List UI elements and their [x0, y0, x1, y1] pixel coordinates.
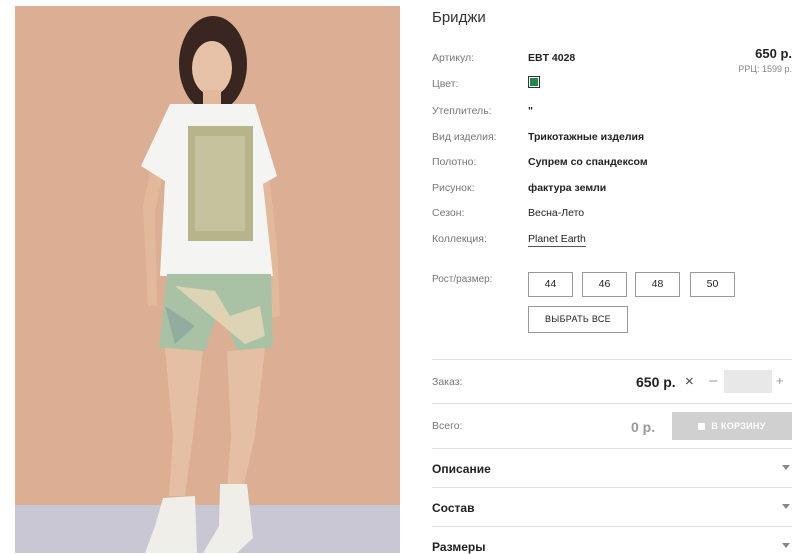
chevron-down-icon — [782, 504, 790, 509]
collection-link[interactable]: Planet Earth — [528, 233, 586, 247]
attribute-label: Полотно: — [432, 156, 477, 168]
attribute-value: Супрем со спандексом — [528, 156, 648, 168]
size-option-46[interactable]: 46 — [582, 272, 627, 297]
divider — [432, 448, 792, 449]
attribute-value: фактура земли — [528, 182, 607, 194]
divider — [432, 403, 792, 404]
add-to-cart-button[interactable]: В КОРЗИНУ — [672, 412, 792, 440]
size-label: Рост/размер: — [432, 274, 493, 285]
size-option-48[interactable]: 48 — [635, 272, 680, 297]
chevron-down-icon — [782, 543, 790, 548]
total-label: Всего: — [432, 420, 463, 432]
attribute-value: Трикотажные изделия — [528, 131, 645, 143]
attribute-label: Цвет: — [432, 78, 459, 90]
divider — [432, 526, 792, 527]
recommended-retail-price: РРЦ: 1599 р. — [738, 64, 792, 74]
model-illustration — [15, 16, 400, 553]
order-price: 650 р. — [636, 374, 676, 390]
size-option-44[interactable]: 44 — [528, 272, 573, 297]
section-title: Состав — [432, 501, 475, 515]
attribute-label: Рисунок: — [432, 182, 475, 194]
attribute-label: Утеплитель: — [432, 105, 492, 117]
select-all-button[interactable]: ВЫБРАТЬ ВСЕ — [528, 306, 628, 333]
section-title: Размеры — [432, 540, 486, 554]
color-swatch[interactable] — [528, 76, 540, 88]
section-sizes[interactable]: Размеры — [432, 540, 792, 554]
product-info-panel: Бриджи 650 р. РРЦ: 1599 р. Артикул: EBT … — [432, 0, 794, 554]
decrease-quantity-button[interactable]: – — [709, 372, 717, 389]
attribute-value: Весна-Лето — [528, 207, 585, 219]
quantity-input[interactable] — [724, 370, 772, 393]
product-price: 650 р. — [755, 46, 792, 61]
divider — [432, 487, 792, 488]
add-to-cart-label: В КОРЗИНУ — [711, 421, 766, 431]
remove-icon[interactable]: × — [685, 373, 694, 390]
total-value: 0 р. — [631, 419, 656, 435]
increase-quantity-button[interactable]: + — [776, 373, 784, 388]
shopping-bag-icon — [698, 423, 706, 430]
chevron-down-icon — [782, 465, 790, 470]
size-option-50[interactable]: 50 — [690, 272, 735, 297]
attribute-label: Артикул: — [432, 52, 475, 64]
attribute-value: EBT 4028 — [528, 52, 576, 64]
attribute-label: Коллекция: — [432, 233, 487, 245]
section-description[interactable]: Описание — [432, 462, 792, 476]
section-title: Описание — [432, 462, 491, 476]
attribute-label: Вид изделия: — [432, 131, 497, 143]
section-composition[interactable]: Состав — [432, 501, 792, 515]
product-title: Бриджи — [432, 9, 486, 26]
attribute-label: Сезон: — [432, 207, 465, 219]
order-label: Заказ: — [432, 376, 463, 388]
divider — [432, 359, 792, 360]
attribute-value: " — [528, 105, 533, 117]
product-photo — [15, 6, 400, 553]
